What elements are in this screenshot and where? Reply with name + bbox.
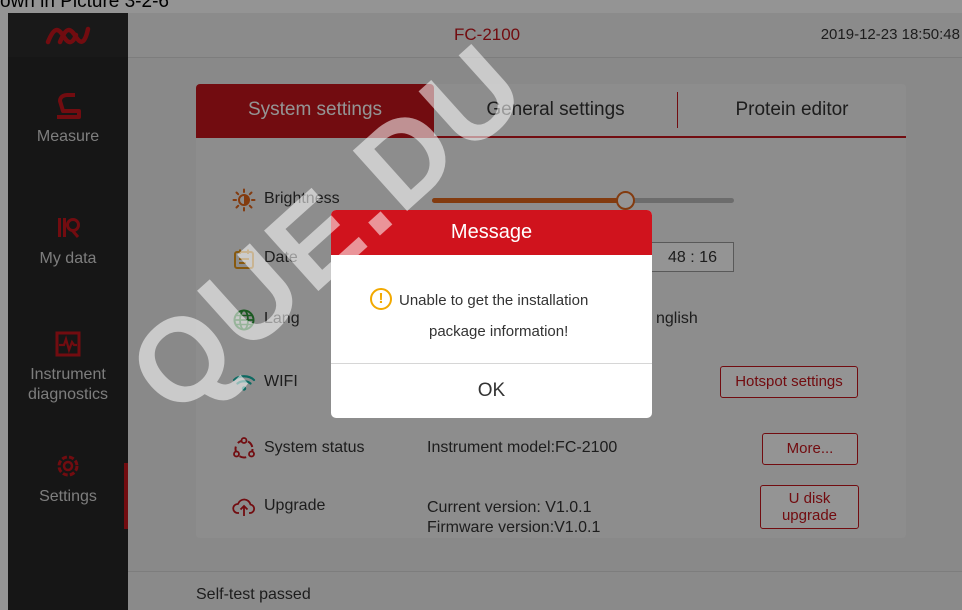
dialog-message-line-2: package information! bbox=[429, 323, 569, 340]
message-dialog: Message ! Unable to get the installation… bbox=[331, 210, 652, 418]
dialog-message-line-1: Unable to get the installation bbox=[399, 292, 589, 309]
dialog-body: ! Unable to get the installation package… bbox=[331, 255, 652, 364]
warning-icon: ! bbox=[370, 288, 392, 310]
ok-button[interactable]: OK bbox=[331, 364, 652, 418]
dialog-title: Message bbox=[331, 210, 652, 255]
